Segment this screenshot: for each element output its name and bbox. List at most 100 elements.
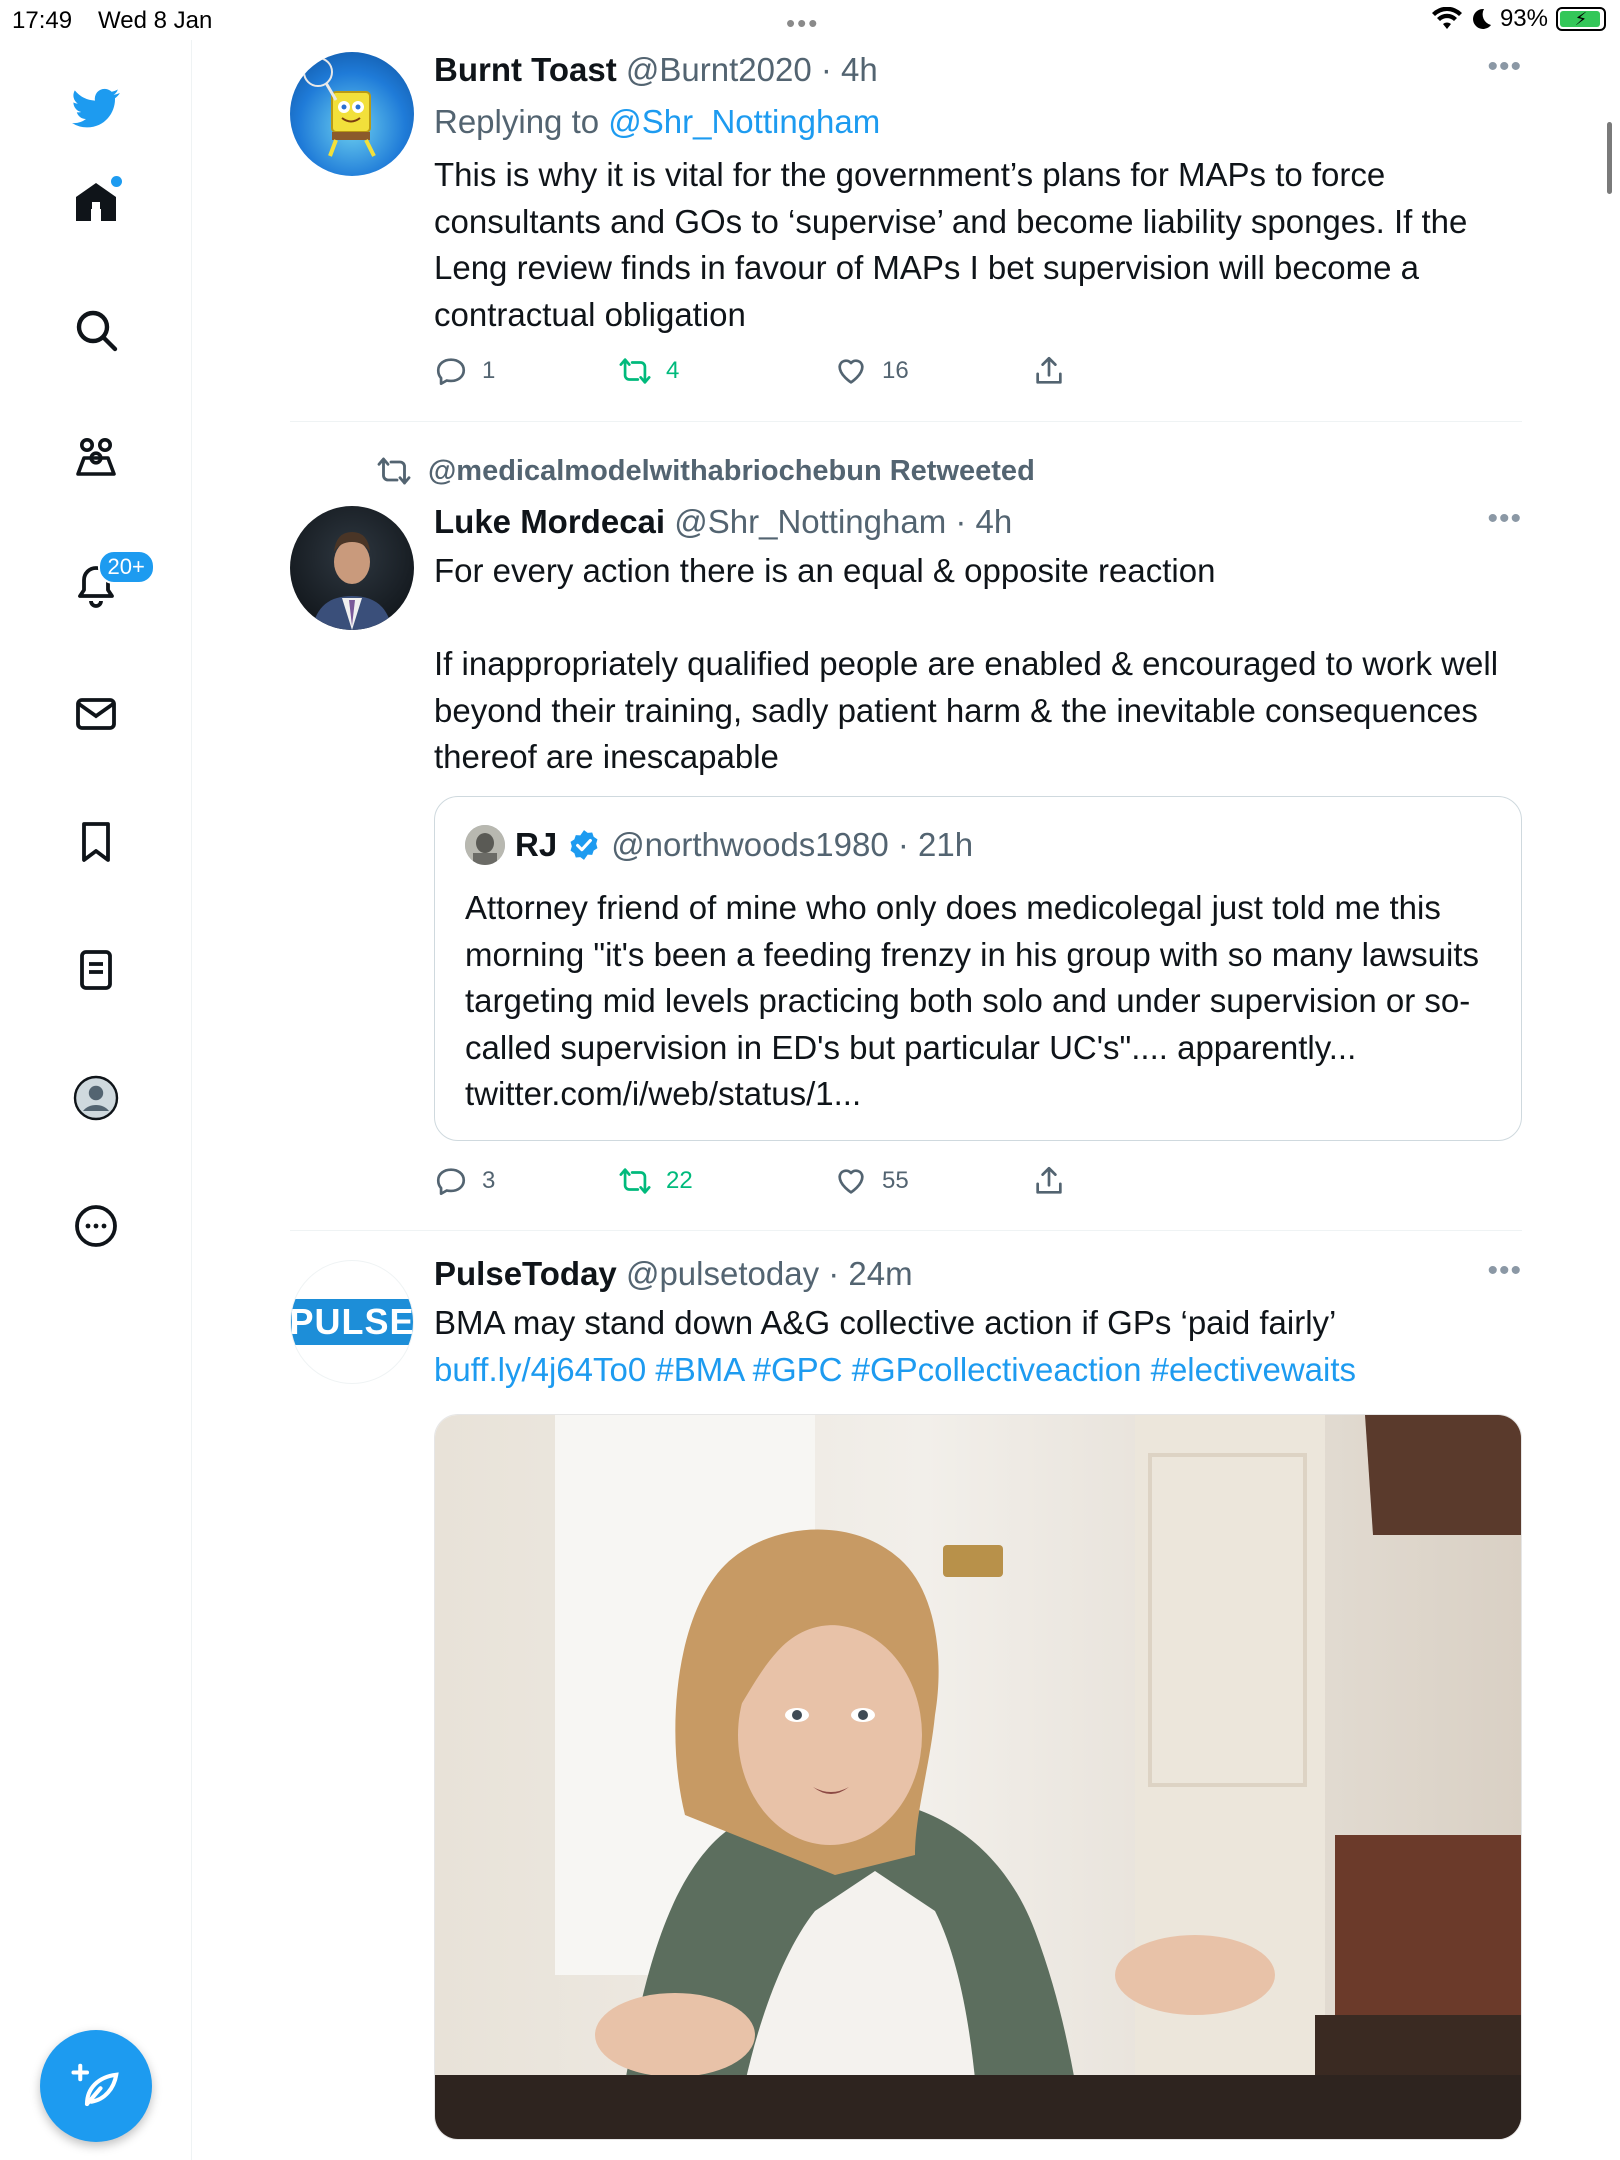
- tweet-header: Luke Mordecai @Shr_Nottingham · 4h: [434, 502, 1522, 542]
- quote-display-name[interactable]: RJ: [515, 826, 557, 864]
- multitasking-dots-icon[interactable]: •••: [786, 8, 819, 39]
- tweet-text: BMA may stand down A&G collective action…: [434, 1300, 1522, 1393]
- nav-profile[interactable]: [56, 1058, 136, 1138]
- retweet-count: 4: [666, 357, 680, 384]
- quote-text: Attorney friend of mine who only does me…: [465, 889, 1480, 1112]
- like-button[interactable]: 16: [834, 354, 909, 388]
- avatar[interactable]: PULSE: [290, 1260, 414, 1384]
- timestamp[interactable]: 24m: [848, 1255, 912, 1292]
- nav-more[interactable]: [56, 1186, 136, 1266]
- quote-header: RJ @northwoods1980 · 21h: [465, 825, 973, 865]
- battery-icon: ⚡: [1556, 7, 1606, 31]
- tweet-header: Burnt Toast @Burnt2020 · 4h: [434, 50, 1522, 90]
- retweet-icon: [377, 457, 411, 485]
- more-options-icon: [74, 1205, 117, 1247]
- moon-icon: [1472, 8, 1491, 29]
- nav-notifications[interactable]: 20+: [56, 546, 155, 626]
- profile-avatar-icon: [73, 1075, 118, 1121]
- status-right: 93% ⚡: [1431, 5, 1606, 33]
- tweet-luke-mordecai[interactable]: @medicalmodelwithabriochebun Retweeted L…: [290, 450, 1522, 1210]
- reply-icon: [436, 1168, 466, 1196]
- retweet-button[interactable]: 4: [618, 354, 679, 388]
- woman-speaking-photo: [435, 1415, 1521, 2139]
- retweeted-by: @medicalmodelwithabriochebun Retweeted: [376, 453, 1035, 489]
- user-handle[interactable]: @Burnt2020: [626, 51, 812, 88]
- home-new-dot: [110, 176, 122, 187]
- nav-bookmarks[interactable]: [56, 802, 136, 882]
- bookmark-icon: [81, 822, 110, 862]
- reply-count: 3: [482, 1167, 496, 1194]
- tweet-media-image[interactable]: [434, 1414, 1522, 2140]
- tweet-pulsetoday[interactable]: PULSE PulseToday @pulsetoday · 24m ••• B…: [290, 1254, 1522, 2154]
- tweet-divider: [290, 421, 1522, 422]
- tweet-text-plain: BMA may stand down A&G collective action…: [434, 1304, 1345, 1341]
- pulse-logo: PULSE: [291, 1299, 413, 1345]
- quoted-tweet[interactable]: RJ @northwoods1980 · 21h Attorney friend…: [434, 796, 1522, 1141]
- user-handle[interactable]: @pulsetoday: [626, 1255, 819, 1292]
- user-handle[interactable]: @Shr_Nottingham: [674, 503, 946, 540]
- lists-icon: [79, 950, 112, 990]
- nav-messages[interactable]: [56, 674, 136, 754]
- separator: ·: [946, 503, 976, 540]
- tweet-divider: [290, 1230, 1522, 1231]
- compose-feather-icon: [71, 2063, 119, 2107]
- nav-search[interactable]: [56, 290, 136, 370]
- like-button[interactable]: 55: [834, 1164, 909, 1198]
- tweet-more-button[interactable]: •••: [1487, 502, 1522, 536]
- separator: ·: [811, 51, 842, 88]
- timestamp[interactable]: 4h: [841, 51, 878, 88]
- display-name[interactable]: Luke Mordecai: [434, 503, 665, 540]
- heart-icon: [838, 359, 864, 384]
- twitter-bird-icon[interactable]: [56, 68, 136, 148]
- display-name[interactable]: PulseToday: [434, 1255, 617, 1292]
- retweet-count: 22: [666, 1167, 693, 1194]
- messages-envelope-icon: [75, 698, 116, 730]
- tweet-actions: 3 22 55: [434, 1164, 1134, 1204]
- share-button[interactable]: [1032, 354, 1066, 388]
- tweet-link[interactable]: buff.ly/4j64To0 #BMA #GPC #GPcollectivea…: [434, 1351, 1356, 1388]
- tweet-more-button[interactable]: •••: [1487, 50, 1522, 84]
- scrollbar[interactable]: [1607, 122, 1612, 194]
- retweeted-by-label[interactable]: @medicalmodelwithabriochebun Retweeted: [428, 455, 1035, 488]
- retweet-icon: [619, 1168, 651, 1194]
- replying-prefix: Replying to: [434, 103, 609, 140]
- share-icon: [1036, 356, 1062, 384]
- tweet-text: This is why it is vital for the governme…: [434, 156, 1477, 333]
- nav-lists[interactable]: [56, 930, 136, 1010]
- tweet-more-button[interactable]: •••: [1487, 1254, 1522, 1288]
- reply-button[interactable]: 3: [434, 1164, 495, 1198]
- replying-to: Replying to @Shr_Nottingham: [434, 98, 1522, 146]
- like-count: 55: [882, 1167, 909, 1194]
- nav-communities[interactable]: [56, 418, 136, 498]
- reply-button[interactable]: 1: [434, 354, 495, 388]
- replying-to-handle[interactable]: @Shr_Nottingham: [608, 103, 880, 140]
- share-button[interactable]: [1032, 1164, 1066, 1198]
- quote-avatar[interactable]: [465, 825, 505, 865]
- heart-icon: [838, 1169, 864, 1194]
- reply-icon: [436, 358, 466, 386]
- quote-handle-text: @northwoods1980: [611, 826, 889, 863]
- tweet-text: For every action there is an equal & opp…: [434, 552, 1499, 775]
- notification-count-badge: 20+: [97, 550, 155, 584]
- status-time: 17:49: [12, 7, 73, 34]
- reply-count: 1: [482, 357, 496, 384]
- luke-mordecai-avatar-image: [312, 532, 392, 630]
- display-name[interactable]: Burnt Toast: [434, 51, 617, 88]
- spongebob-avatar-image: [303, 57, 376, 157]
- verified-badge-icon: [570, 830, 598, 860]
- separator: ·: [888, 826, 919, 863]
- communities-icon: [75, 438, 116, 476]
- timestamp[interactable]: 4h: [976, 503, 1013, 540]
- quote-user-handle[interactable]: @northwoods1980 · 21h: [611, 826, 973, 864]
- retweet-button[interactable]: 22: [618, 1164, 693, 1198]
- like-count: 16: [882, 357, 909, 384]
- tweet-burnt-toast[interactable]: Burnt Toast @Burnt2020 · 4h ••• Replying…: [290, 50, 1522, 400]
- compose-tweet-button[interactable]: [40, 2030, 152, 2142]
- nav-home[interactable]: [56, 162, 136, 242]
- avatar[interactable]: [290, 506, 414, 630]
- sidebar: 20+: [0, 40, 192, 2160]
- status-bar: 17:49 Wed 8 Jan ••• 93% ⚡: [0, 0, 1620, 40]
- share-icon: [1036, 1166, 1062, 1194]
- avatar[interactable]: [290, 52, 414, 176]
- tweet-header: PulseToday @pulsetoday · 24m: [434, 1254, 1522, 1294]
